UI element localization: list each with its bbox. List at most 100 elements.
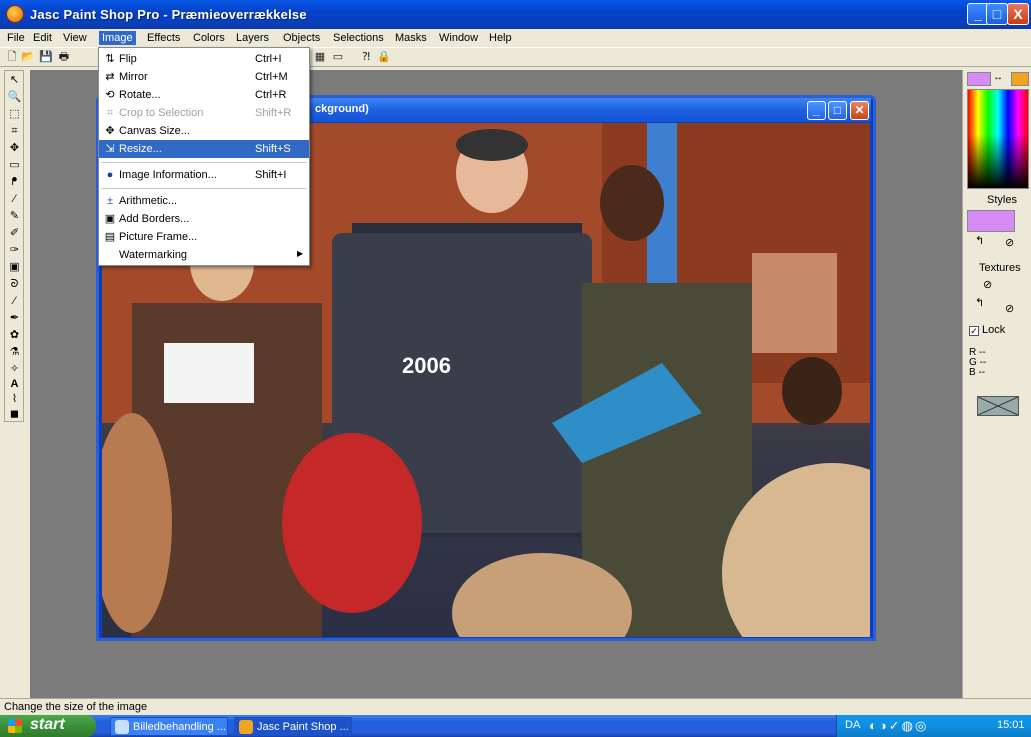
frame-icon: ▤ [104,231,116,243]
menu-effects[interactable]: Effects [144,31,183,45]
texture-off-2-icon[interactable]: ⊘ [1005,302,1014,315]
background-color-swatch[interactable] [1011,72,1029,86]
menu-view[interactable]: View [60,31,90,45]
canvas-size-icon: ✥ [105,125,115,137]
menu-image[interactable]: Image [99,31,136,45]
status-text: Change the size of the image [4,701,148,713]
mover-tool-icon[interactable]: ✥ [7,141,22,156]
menu-selections[interactable]: Selections [330,31,387,45]
info-icon: ● [106,169,114,181]
lock-checkbox[interactable]: ✓ Lock [969,324,1005,336]
window-title: Jasc Paint Shop Pro - Præmieoverrækkelse [30,7,307,22]
window-icon[interactable]: ▭ [330,50,346,65]
svg-text:2006: 2006 [402,353,451,378]
draw-tool-icon[interactable]: ⌇ [7,392,22,407]
close-button[interactable]: X [1007,3,1029,25]
textures-label: Textures [979,262,1021,274]
menu-item-flip[interactable]: ⇅ Flip Ctrl+I [99,50,309,68]
paint-shop-icon [239,720,253,734]
borders-icon: ▣ [104,213,116,225]
arrow-tool-icon[interactable]: ↖ [7,73,22,88]
lock-tool-icon[interactable]: 🔒 [376,50,392,65]
menu-item-watermarking[interactable]: Watermarking ▶ [99,246,309,264]
swap-textures-icon[interactable]: ↰ [975,296,984,309]
crop-icon: ⌗ [106,107,114,119]
taskbar-item-paint-shop[interactable]: Jasc Paint Shop ... [234,717,352,736]
menu-item-crop-to-selection[interactable]: ⌗ Crop to Selection Shift+R [99,104,309,122]
menu-help[interactable]: Help [486,31,515,45]
print-icon[interactable]: 🖶 [56,50,72,65]
styles-swatch[interactable] [967,210,1015,232]
freehand-tool-icon[interactable]: ᖰ [7,175,22,190]
tool-palette: ↖ 🔍 ⬚ ⌗ ✥ ▭ ᖰ ⁄ ✎ ✐ ✑ ▣ ᘐ ⁄ ✒ ✿ ⚗ ✧ A ⌇ … [4,70,24,422]
open-folder-icon[interactable]: 📂 [20,50,36,65]
zoom-tool-icon[interactable]: 🔍 [7,90,22,105]
swap-colors-icon[interactable]: ↔ [993,72,1003,83]
menu-objects[interactable]: Objects [280,31,323,45]
windows-logo-icon [8,719,22,733]
arithmetic-icon: ± [106,195,114,207]
swap-styles-icon[interactable]: ↰ [975,234,984,247]
dropper-tool-icon[interactable]: ⁄ [7,192,22,207]
new-file-icon[interactable]: 🗋 [4,50,20,65]
menu-item-canvas-size[interactable]: ✥ Canvas Size... [99,122,309,140]
menu-item-mirror[interactable]: ⇄ Mirror Ctrl+M [99,68,309,86]
selection-tool-icon[interactable]: ▭ [7,158,22,173]
styles-label: Styles [987,194,1017,206]
doc-close-button[interactable]: ✕ [850,101,869,120]
b-label: B -- [969,367,986,378]
doc-minimize-button[interactable]: _ [807,101,826,120]
deformation-tool-icon[interactable]: ⬚ [7,107,22,122]
language-indicator[interactable]: DA [845,719,860,731]
preset-shapes-icon[interactable]: ◼ [7,407,22,422]
color-replacer-icon[interactable]: ✑ [7,243,22,258]
menu-item-add-borders[interactable]: ▣ Add Borders... [99,210,309,228]
taskbar: start Billedbehandling ... Jasc Paint Sh… [0,715,1031,737]
airbrush-icon[interactable]: ✿ [7,328,22,343]
help-pointer-icon[interactable]: ⁈ [358,50,374,65]
flip-icon: ⇅ [105,53,115,65]
rotate-icon: ⟲ [105,89,115,101]
paintbrush-tool-icon[interactable]: ✎ [7,209,22,224]
picture-tube-icon[interactable]: ✒ [7,311,22,326]
flood-fill-icon[interactable]: ⚗ [7,345,22,360]
menu-separator [101,162,307,163]
color-balance-icon[interactable]: ▦ [312,50,328,65]
menu-bar: File Edit View Image Effects Colors Laye… [0,29,1031,47]
status-bar: Change the size of the image [0,698,1031,715]
lock-label: Lock [982,324,1006,336]
foreground-color-swatch[interactable] [967,72,991,86]
save-icon[interactable]: 💾 [38,50,54,65]
menu-item-arithmetic[interactable]: ± Arithmetic... [99,192,309,210]
restore-button[interactable]: □ [986,3,1008,25]
menu-edit[interactable]: Edit [30,31,55,45]
title-bar: Jasc Paint Shop Pro - Præmieoverrækkelse… [0,0,1031,29]
document-icon [115,720,129,734]
menu-item-resize[interactable]: ⇲ Resize... Shift+S [99,140,309,158]
color-picker[interactable] [967,89,1029,189]
crop-tool-icon[interactable]: ⌗ [7,124,22,139]
text-tool-icon[interactable]: A [7,377,22,392]
menu-window[interactable]: Window [436,31,481,45]
menu-file[interactable]: File [4,31,28,45]
menu-item-rotate[interactable]: ⟲ Rotate... Ctrl+R [99,86,309,104]
clone-brush-icon[interactable]: ✐ [7,226,22,241]
app-icon[interactable] [6,5,24,23]
pen-tool-icon[interactable]: ✧ [7,362,22,377]
menu-item-image-information[interactable]: ● Image Information... Shift+I [99,166,309,184]
doc-maximize-button[interactable]: □ [828,101,847,120]
menu-item-picture-frame[interactable]: ▤ Picture Frame... [99,228,309,246]
eraser-tool-icon[interactable]: ⁄ [7,294,22,309]
start-button[interactable]: start [0,715,96,737]
taskbar-item-billedbehandling[interactable]: Billedbehandling ... [110,717,228,736]
menu-masks[interactable]: Masks [392,31,430,45]
tray-icons[interactable]: ◐◑✓◍◎ [869,718,928,734]
retouch-tool-icon[interactable]: ▣ [7,260,22,275]
no-color-preview [977,396,1019,416]
texture-off-icon[interactable]: ⊘ [983,278,992,291]
scratch-remover-icon[interactable]: ᘐ [7,277,22,292]
no-style-icon[interactable]: ⊘ [1005,236,1014,249]
menu-colors[interactable]: Colors [190,31,228,45]
submenu-arrow-icon: ▶ [297,249,304,258]
menu-layers[interactable]: Layers [233,31,272,45]
